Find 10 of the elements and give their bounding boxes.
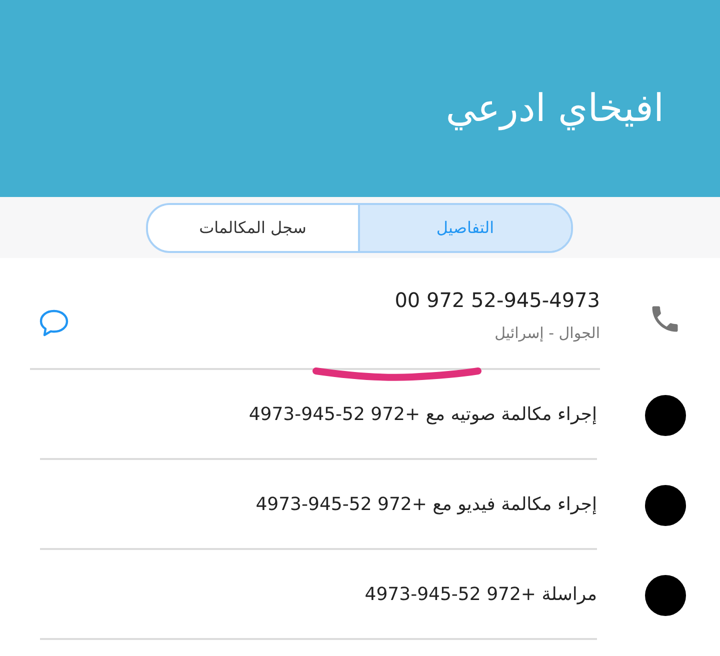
action-item[interactable]: إجراء مكالمة صوتيه مع +972 52-945-4973 [40,370,597,460]
action-item[interactable]: مراسلة +972 52-945-4973 [40,550,597,640]
action-icon [645,574,686,616]
phone-number: 00 972 52-945-4973 [394,288,600,312]
action-item[interactable]: إجراء مكالمة فيديو مع +972 52-945-4973 [40,460,597,550]
number-type: الجوال - إسرائيل [494,324,600,342]
action-icon [645,484,686,526]
contact-name: افيخاي ادرعي [446,86,664,130]
action-icon [645,394,686,436]
message-icon[interactable] [38,308,70,338]
